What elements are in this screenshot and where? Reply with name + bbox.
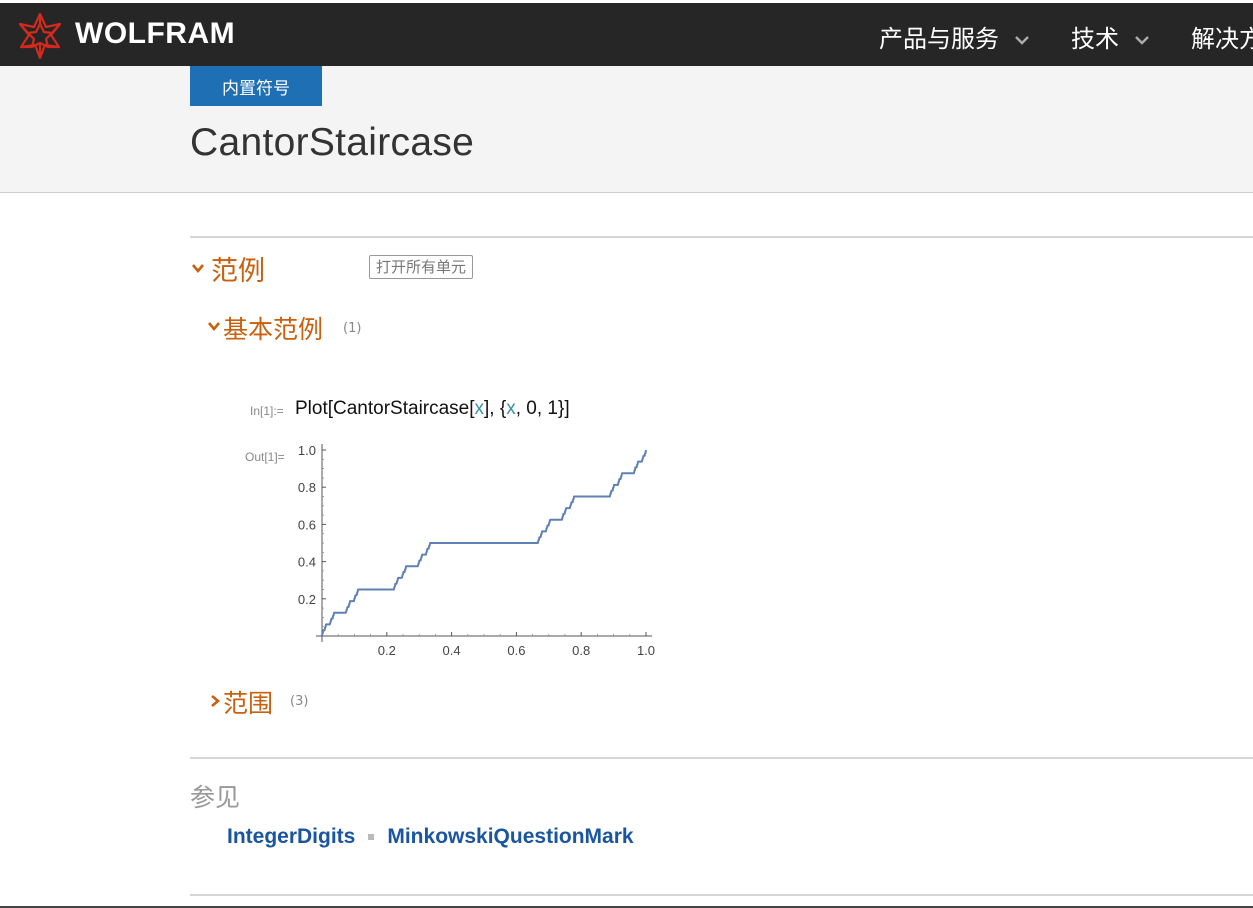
code-variable: x	[474, 398, 485, 419]
section-divider	[190, 236, 1253, 238]
link-separator	[368, 834, 375, 841]
y-tick-label: 0.2	[298, 592, 316, 607]
brand-name[interactable]: WOLFRAM	[75, 17, 235, 51]
page-title: CantorStaircase	[190, 121, 475, 164]
examples-heading[interactable]: 范例	[211, 249, 265, 288]
nav-technology-label: 技术	[1071, 25, 1119, 53]
y-tick-label: 1.0	[298, 443, 316, 458]
x-tick-label: 1.0	[637, 643, 655, 658]
basic-examples-heading[interactable]: 基本范例	[223, 310, 323, 346]
nav-technology[interactable]: 技术	[1071, 19, 1153, 54]
symbol-type-badge: 内置符号	[190, 66, 322, 106]
code-text: ], {	[484, 398, 507, 419]
input-label: In[1]:=	[250, 404, 284, 418]
symbol-header: 内置符号 CantorStaircase	[0, 66, 1253, 193]
chevron-right-icon[interactable]	[209, 694, 221, 708]
chevron-down-icon	[1015, 36, 1029, 45]
code-variable: x	[506, 398, 516, 419]
chevron-down-icon	[1135, 36, 1149, 45]
y-tick-label: 0.4	[298, 555, 316, 570]
x-tick-label: 0.8	[572, 643, 590, 658]
chevron-down-icon[interactable]	[191, 262, 205, 274]
link-integerdigits[interactable]: IntegerDigits	[227, 825, 355, 848]
x-tick-label: 0.2	[378, 643, 396, 658]
link-minkowskiquestionmark[interactable]: MinkowskiQuestionMark	[387, 825, 633, 848]
code-text: Plot[CantorStaircase[	[295, 398, 475, 419]
x-tick-label: 0.6	[507, 643, 525, 658]
output-label: Out[1]=	[245, 450, 285, 464]
y-tick-label: 0.8	[298, 480, 316, 495]
scope-heading[interactable]: 范围	[223, 684, 273, 720]
scope-count: (3)	[290, 694, 309, 709]
see-also-links: IntegerDigits MinkowskiQuestionMark	[227, 825, 634, 849]
nav-products-services-label: 产品与服务	[879, 25, 999, 53]
chevron-down-icon[interactable]	[207, 320, 221, 332]
basic-examples-count: (1)	[343, 321, 362, 336]
section-divider	[190, 757, 1253, 759]
y-tick-label: 0.6	[298, 517, 316, 532]
cantor-staircase-plot: 0.2 0.4 0.6 0.8 1.0 0.2 0.4 0.6 0.8 1.0	[298, 443, 655, 658]
input-cell[interactable]: Plot[CantorStaircase[x], {x, 0, 1}]	[295, 398, 570, 420]
nav-solutions-label: 解决方	[1191, 25, 1253, 53]
open-all-cells-button[interactable]: 打开所有单元	[369, 255, 474, 279]
nav-solutions[interactable]: 解决方	[1191, 19, 1253, 54]
wolfram-logo-icon[interactable]	[16, 12, 64, 60]
cantor-staircase-line	[321, 449, 647, 637]
nav-products-services[interactable]: 产品与服务	[879, 19, 1033, 54]
see-also-heading: 参见	[190, 783, 241, 812]
x-tick-label: 0.4	[443, 643, 461, 658]
top-navbar: WOLFRAM 产品与服务 技术 解决方	[0, 3, 1253, 66]
section-divider	[190, 894, 1253, 896]
code-text: , 0, 1}]	[515, 398, 570, 419]
